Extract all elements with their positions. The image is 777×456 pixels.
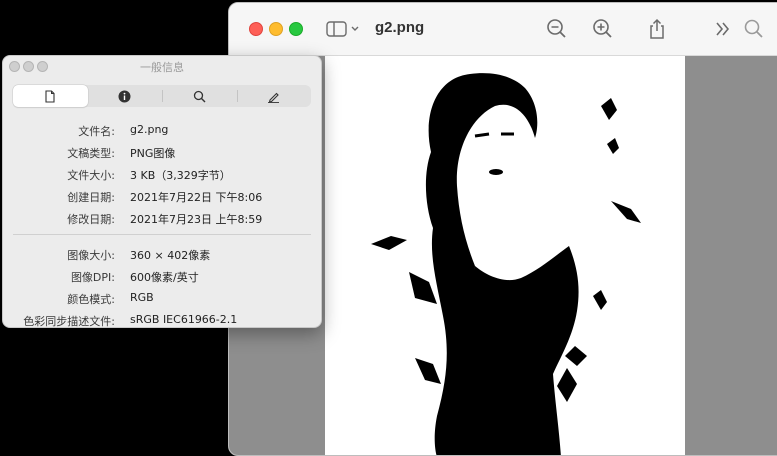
info-row-dpi: 图像DPI: 600像素/英寸 bbox=[3, 266, 321, 288]
info-label: 图像DPI: bbox=[70, 271, 115, 284]
info-label: 创建日期: bbox=[67, 191, 115, 204]
info-value: 3 KB（3,329字节） bbox=[130, 169, 231, 182]
tab-more-info[interactable] bbox=[88, 85, 163, 107]
info-panel-titlebar: 一般信息 bbox=[3, 56, 321, 76]
minimize-window-button[interactable] bbox=[269, 22, 283, 36]
info-value: g2.png bbox=[130, 123, 169, 136]
info-row-kind: 文稿类型: PNG图像 bbox=[3, 142, 321, 164]
info-value: 2021年7月22日 下午8:06 bbox=[130, 191, 263, 204]
search-icon bbox=[193, 90, 206, 102]
info-row-color-profile: 色彩同步描述文件: sRGB IEC61966-2.1 bbox=[3, 310, 321, 332]
document-icon bbox=[45, 89, 55, 103]
info-label: 色彩同步描述文件: bbox=[23, 315, 115, 328]
zoom-out-icon[interactable] bbox=[545, 17, 569, 41]
info-icon bbox=[118, 90, 131, 102]
info-label: 图像大小: bbox=[67, 249, 115, 262]
search-icon[interactable] bbox=[742, 17, 766, 41]
info-value: 360 × 402像素 bbox=[130, 249, 211, 262]
info-row-size: 文件大小: 3 KB（3,329字节） bbox=[3, 164, 321, 186]
info-value: 600像素/英寸 bbox=[130, 271, 199, 284]
info-panel-title: 一般信息 bbox=[140, 61, 184, 74]
tab-search[interactable] bbox=[162, 85, 237, 107]
close-window-button[interactable] bbox=[249, 22, 263, 36]
tab-general[interactable] bbox=[13, 85, 88, 107]
zoom-window-button[interactable] bbox=[289, 22, 303, 36]
info-tab-bar bbox=[13, 85, 311, 107]
info-row-dimensions: 图像大小: 360 × 402像素 bbox=[3, 244, 321, 266]
share-icon[interactable] bbox=[645, 17, 669, 41]
info-details: 文件名: g2.png 文稿类型: PNG图像 文件大小: 3 KB（3,329… bbox=[3, 120, 321, 332]
info-label: 文稿类型: bbox=[67, 147, 115, 160]
info-label: 文件大小: bbox=[67, 169, 115, 182]
info-label: 修改日期: bbox=[67, 213, 115, 226]
divider bbox=[13, 234, 311, 235]
sidebar-toggle-icon[interactable] bbox=[326, 19, 366, 39]
tab-annotations[interactable] bbox=[236, 85, 312, 107]
portrait-image bbox=[371, 73, 641, 455]
general-info-panel: 一般信息 文件名: g2.png 文稿类型: PNG图像 文件大小: 3 KB（… bbox=[2, 55, 322, 328]
pencil-icon bbox=[268, 92, 280, 103]
zoom-in-icon[interactable] bbox=[591, 17, 615, 41]
info-row-color-model: 颜色模式: RGB bbox=[3, 288, 321, 310]
image-canvas[interactable] bbox=[325, 56, 685, 455]
info-row-created: 创建日期: 2021年7月22日 下午8:06 bbox=[3, 186, 321, 208]
info-value: sRGB IEC61966-2.1 bbox=[130, 313, 238, 326]
window-title: g2.png bbox=[375, 19, 425, 36]
info-value: 2021年7月23日 上午8:59 bbox=[130, 213, 263, 226]
info-label: 文件名: bbox=[78, 125, 115, 138]
window-titlebar: g2.png bbox=[229, 3, 777, 56]
info-label: 颜色模式: bbox=[67, 293, 115, 306]
more-toolbar-items-icon[interactable] bbox=[711, 17, 735, 41]
info-row-filename: 文件名: g2.png bbox=[3, 120, 321, 142]
info-value: PNG图像 bbox=[130, 147, 176, 160]
info-row-modified: 修改日期: 2021年7月23日 上午8:59 bbox=[3, 208, 321, 230]
info-value: RGB bbox=[130, 291, 154, 304]
